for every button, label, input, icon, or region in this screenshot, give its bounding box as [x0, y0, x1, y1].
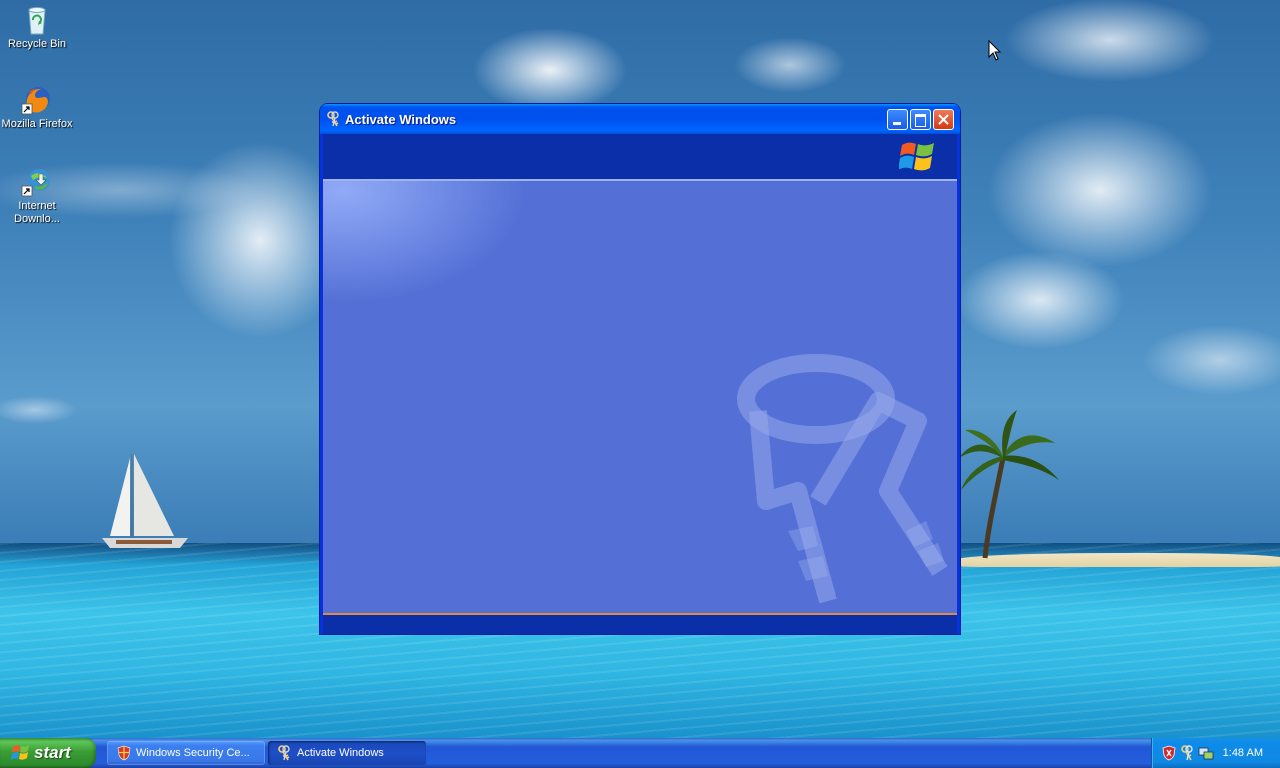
activation-keys-icon[interactable]: [1180, 745, 1196, 761]
windows-flag-icon: [899, 142, 934, 171]
minimize-button[interactable]: [887, 109, 908, 130]
windows-flag-icon: [11, 745, 29, 760]
desktop-icon-firefox[interactable]: Mozilla Firefox: [0, 84, 74, 131]
window-title: Activate Windows: [345, 112, 457, 127]
keys-watermark-icon: [737, 354, 948, 604]
wizard-header-band: [323, 134, 957, 181]
desktop-icon-label: Mozilla Firefox: [1, 118, 73, 130]
keys-icon: [278, 745, 290, 761]
window-titlebar[interactable]: Activate Windows: [320, 104, 960, 134]
maximize-icon: [915, 114, 926, 127]
palm-tree-decoration: [959, 410, 1059, 559]
taskbar-button-activate-windows[interactable]: Activate Windows: [268, 741, 426, 765]
sailboat-decoration: [102, 454, 188, 548]
desktop-icon-label: Recycle Bin: [7, 38, 67, 50]
start-button[interactable]: start: [0, 738, 96, 768]
security-alert-shield-icon[interactable]: [1161, 745, 1177, 761]
clock[interactable]: 1:48 AM: [1223, 747, 1263, 759]
internet-download-manager-icon: [21, 169, 50, 197]
wizard-footer-band: [323, 613, 957, 634]
desktop-icon-internet-download-manager[interactable]: Internet Downlo...: [0, 166, 74, 226]
firefox-icon: [21, 87, 50, 115]
security-shield-icon: [117, 745, 131, 761]
taskbar: start Windows Security Ce... Activate Wi…: [0, 738, 1280, 768]
desktop-icon-recycle-bin[interactable]: Recycle Bin: [0, 4, 74, 51]
maximize-button[interactable]: [910, 109, 931, 130]
keys-icon: [327, 111, 339, 127]
network-icon[interactable]: [1198, 745, 1214, 761]
taskbar-button-label: Windows Security Ce...: [136, 747, 250, 759]
close-icon: [938, 114, 949, 125]
wizard-body: [323, 181, 957, 613]
mouse-cursor-icon: [988, 40, 1002, 61]
system-tray: 1:48 AM: [1151, 738, 1280, 768]
start-label: start: [34, 743, 71, 762]
minimize-icon: [893, 122, 901, 125]
taskbar-button-label: Activate Windows: [297, 747, 384, 759]
recycle-bin-icon: [28, 7, 46, 35]
activate-windows-window[interactable]: Activate Windows: [320, 104, 960, 634]
desktop-icon-label: Internet Downlo...: [14, 200, 60, 225]
taskbar-button-windows-security-center[interactable]: Windows Security Ce...: [107, 741, 265, 765]
close-button[interactable]: [933, 109, 954, 130]
